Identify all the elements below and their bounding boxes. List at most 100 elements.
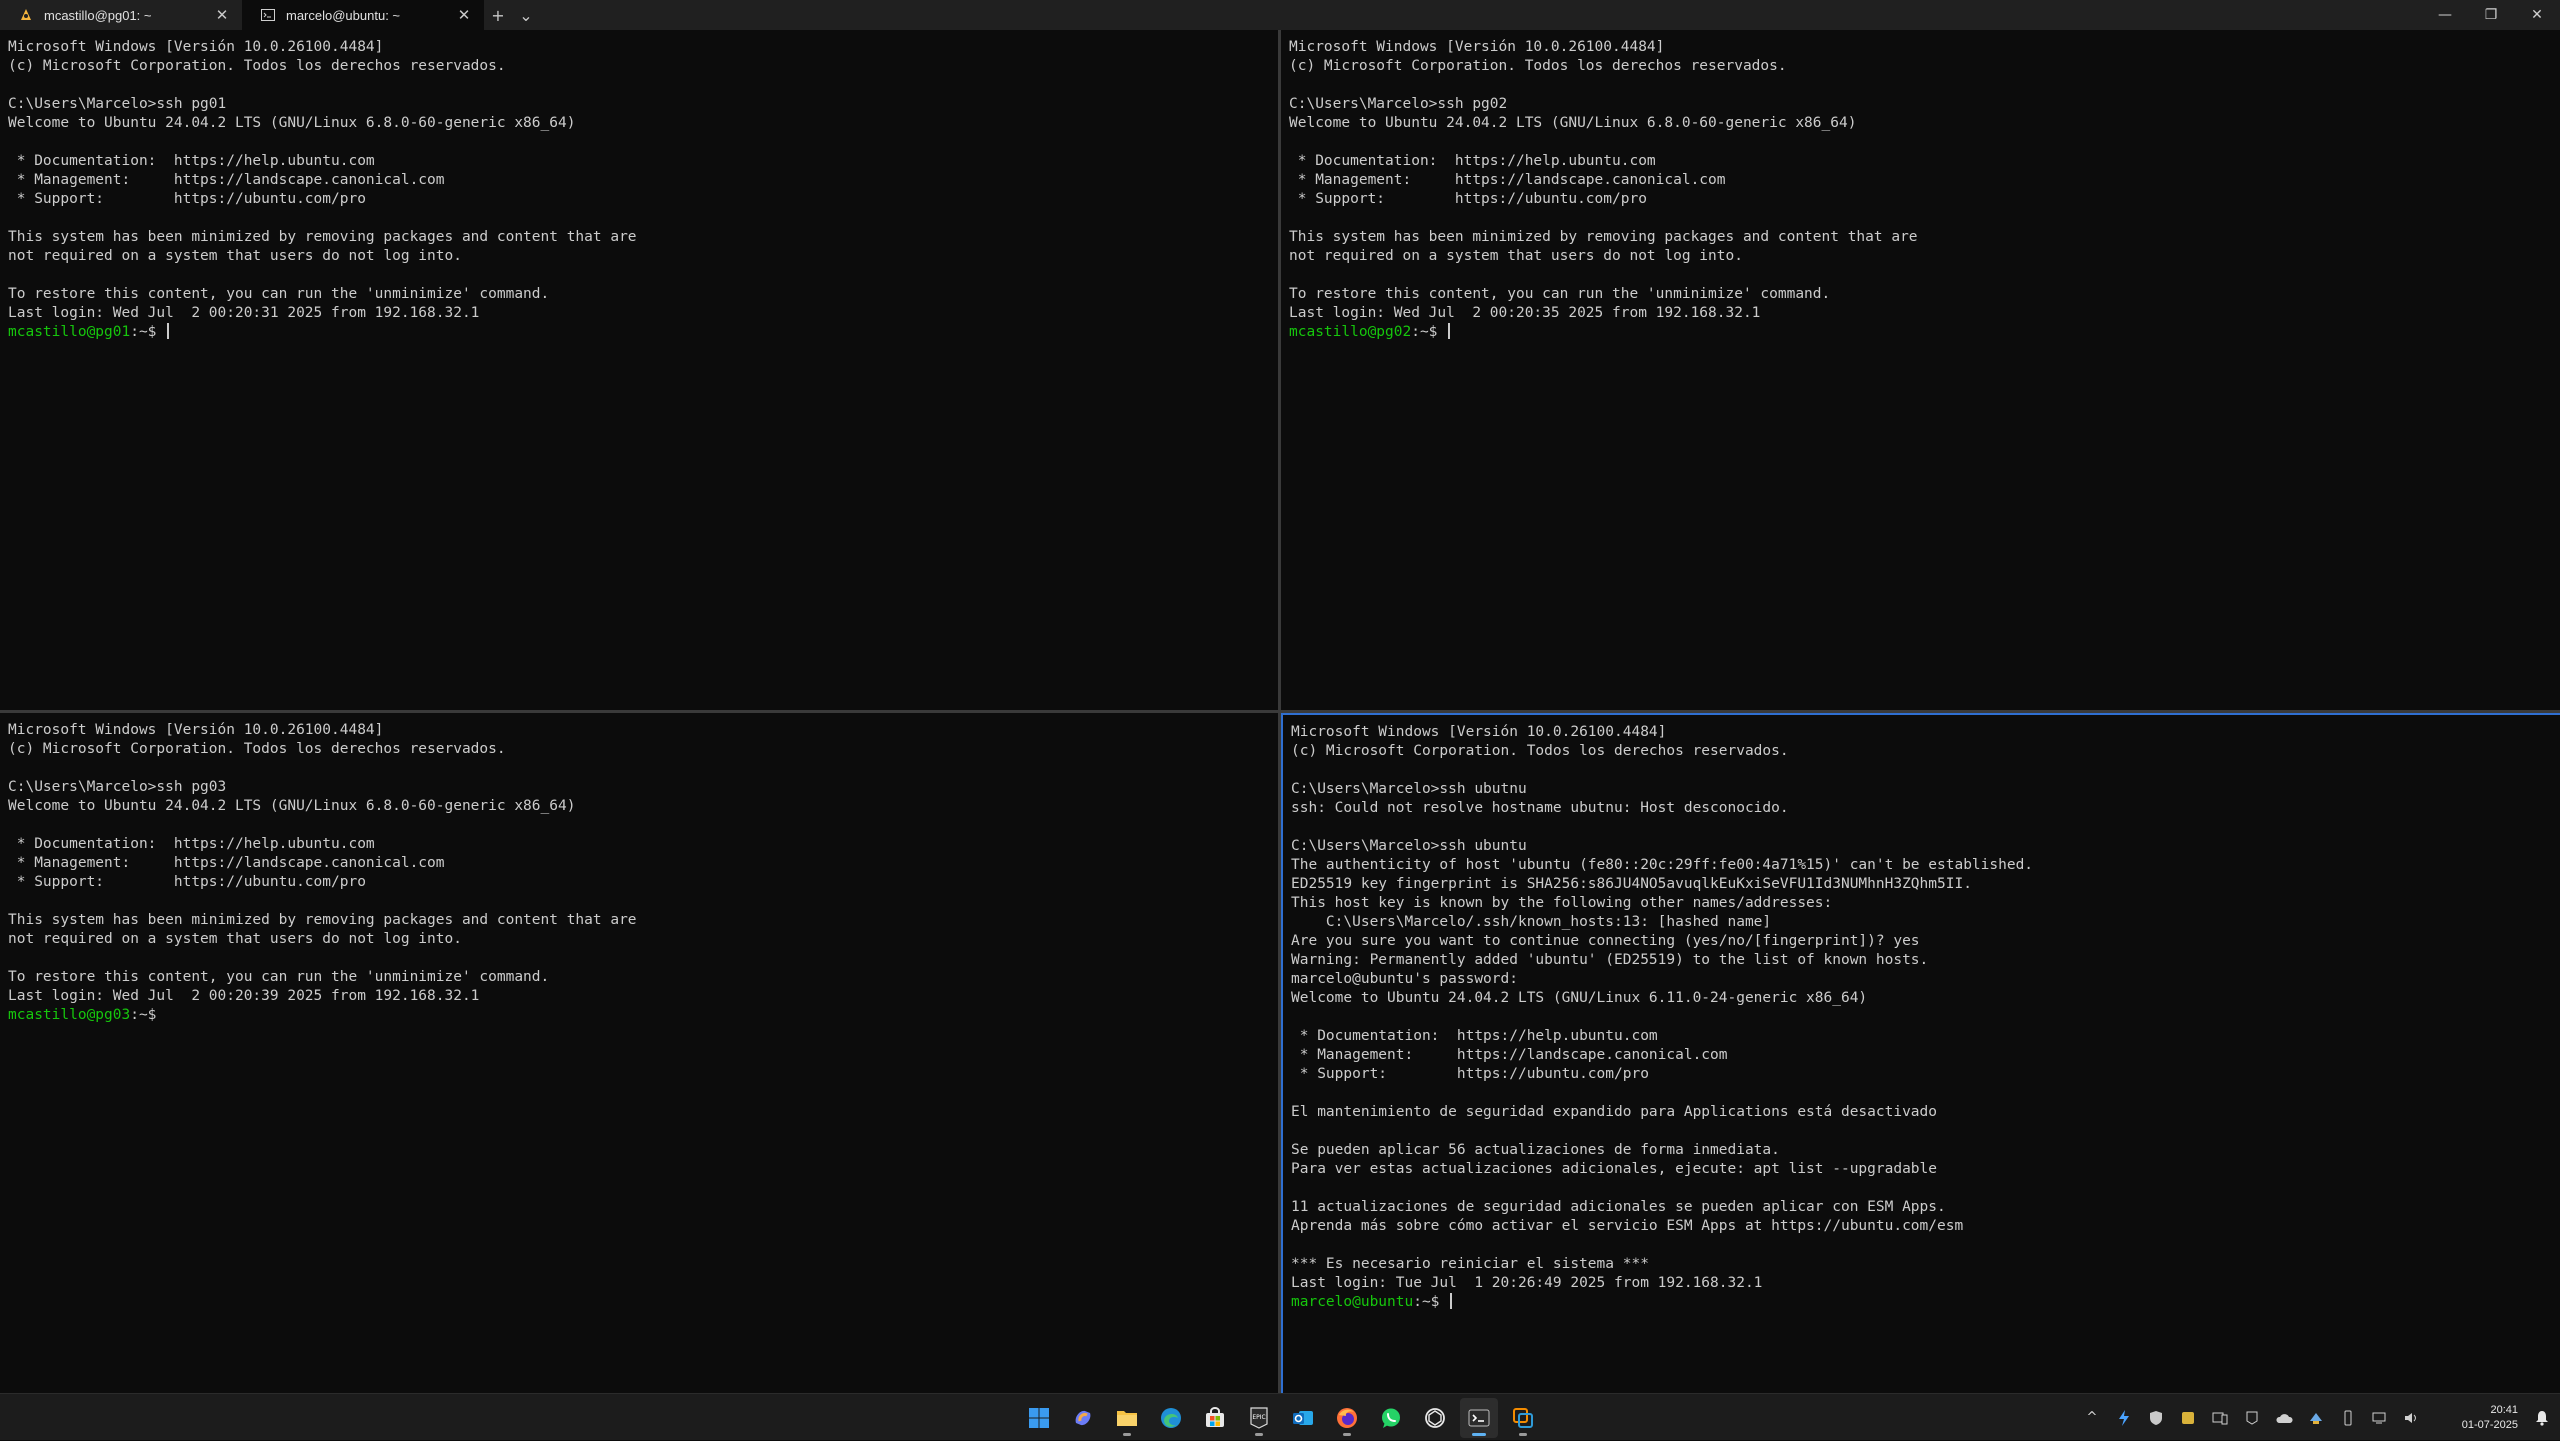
terminal-pane-bottom-left[interactable]: Microsoft Windows [Versión 10.0.26100.44…: [0, 713, 1278, 1393]
firefox-button[interactable]: [1328, 1398, 1366, 1438]
terminal-line: C:\Users\Marcelo>ssh pg03: [8, 779, 227, 795]
vmware-icon: [1513, 1407, 1533, 1428]
onedrive-icon[interactable]: [2268, 1398, 2300, 1438]
terminal-line: (c) Microsoft Corporation. Todos los der…: [8, 741, 506, 757]
prompt-path: :~$: [1413, 1294, 1449, 1310]
terminal-line: not required on a system that users do n…: [1289, 248, 1743, 264]
terminal-line: * Documentation: https://help.ubuntu.com: [8, 836, 375, 852]
terminal-line: * Documentation: https://help.ubuntu.com: [1291, 1028, 1658, 1044]
terminal-output: Microsoft Windows [Versión 10.0.26100.44…: [1289, 38, 2560, 342]
network-icon[interactable]: [2364, 1398, 2396, 1438]
terminal-line: * Documentation: https://help.ubuntu.com: [1289, 153, 1656, 169]
terminal-line: Microsoft Windows [Versión 10.0.26100.44…: [8, 39, 384, 55]
close-window-button[interactable]: ✕: [2514, 0, 2560, 30]
prompt-user: mcastillo@pg02: [1289, 324, 1412, 340]
clock-date: 01-07-2025: [2461, 1418, 2518, 1431]
file-explorer-button[interactable]: [1108, 1398, 1146, 1438]
prompt-path: :~$: [130, 1007, 157, 1023]
chatgpt-button[interactable]: [1416, 1398, 1454, 1438]
whatsapp-icon: [1382, 1408, 1400, 1428]
terminal-line: This host key is known by the following …: [1291, 895, 1833, 911]
usb-device-icon[interactable]: [2332, 1398, 2364, 1438]
clock[interactable]: 20:41 01-07-2025: [2428, 1403, 2524, 1433]
tab-pg01[interactable]: mcastillo@pg01: ~ ✕: [0, 0, 242, 30]
terminal-line: marcelo@ubuntu's password:: [1291, 971, 1518, 987]
prompt-user: mcastillo@pg03: [8, 1007, 131, 1023]
outlook-button[interactable]: [1284, 1398, 1322, 1438]
running-indicator: [1519, 1432, 1527, 1436]
ubuntu-tux-icon: [18, 7, 34, 23]
terminal-line: not required on a system that users do n…: [8, 248, 462, 264]
new-tab-button[interactable]: +: [484, 0, 512, 30]
terminal-line: (c) Microsoft Corporation. Todos los der…: [8, 58, 506, 74]
whatsapp-button[interactable]: [1372, 1398, 1410, 1438]
terminal-taskbar-button[interactable]: [1460, 1397, 1498, 1438]
tray-overflow-chevron-icon[interactable]: ^: [2076, 1398, 2108, 1438]
edge-button[interactable]: [1152, 1398, 1190, 1438]
terminal-line: This system has been minimized by removi…: [1289, 229, 1918, 245]
restore-button[interactable]: ❐: [2468, 0, 2514, 30]
terminal-line: This system has been minimized by removi…: [8, 912, 637, 928]
clock-time: 20:41: [2490, 1403, 2518, 1416]
terminal-line: To restore this content, you can run the…: [1289, 286, 1831, 302]
close-tab-icon[interactable]: ✕: [454, 6, 474, 24]
terminal-line: Welcome to Ubuntu 24.04.2 LTS (GNU/Linux…: [8, 115, 576, 131]
text-cursor: [167, 323, 170, 339]
terminal-line: Microsoft Windows [Versión 10.0.26100.44…: [8, 722, 384, 738]
epic-tray-icon[interactable]: [2236, 1398, 2268, 1438]
terminal-line: * Management: https://landscape.canonica…: [1289, 172, 1726, 188]
terminal-line: * Support: https://ubuntu.com/pro: [1291, 1066, 1649, 1082]
notification-bell-icon[interactable]: [2524, 1398, 2560, 1438]
bolt-icon[interactable]: [2108, 1398, 2140, 1438]
bluetooth-cloud-icon[interactable]: [2300, 1398, 2332, 1438]
close-tab-icon[interactable]: ✕: [212, 6, 232, 24]
terminal-line: Are you sure you want to continue connec…: [1291, 933, 1920, 949]
terminal-output: Microsoft Windows [Versión 10.0.26100.44…: [1291, 723, 2560, 1312]
minimize-button[interactable]: —: [2422, 0, 2468, 30]
epic-games-button[interactable]: EPIC: [1240, 1398, 1278, 1438]
terminal-line: ED25519 key fingerprint is SHA256:s86JU4…: [1291, 876, 1972, 892]
terminal-line: El mantenimiento de seguridad expandido …: [1291, 1104, 1938, 1120]
text-cursor: [1448, 323, 1451, 339]
file-explorer-icon: [1117, 1410, 1137, 1426]
terminal-line: This system has been minimized by removi…: [8, 229, 637, 245]
running-indicator: [1472, 1432, 1486, 1436]
store-button[interactable]: [1196, 1398, 1234, 1438]
tab-ubuntu[interactable]: marcelo@ubuntu: ~ ✕: [242, 0, 484, 30]
terminal-line: Last login: Tue Jul 1 20:26:49 2025 from…: [1291, 1275, 1763, 1291]
phone-link-icon[interactable]: [2204, 1398, 2236, 1438]
terminal-line: * Management: https://landscape.canonica…: [8, 855, 445, 871]
shield-icon[interactable]: [2140, 1398, 2172, 1438]
terminal-line: * Management: https://landscape.canonica…: [8, 172, 445, 188]
prompt-path: :~$: [130, 324, 166, 340]
terminal-pane-bottom-right[interactable]: Microsoft Windows [Versión 10.0.26100.44…: [1281, 713, 2560, 1393]
volume-icon[interactable]: [2396, 1398, 2428, 1438]
running-indicator: [1343, 1432, 1351, 1436]
terminal-pane-top-right[interactable]: Microsoft Windows [Versión 10.0.26100.44…: [1281, 30, 2560, 710]
terminal-line: C:\Users\Marcelo/.ssh/known_hosts:13: [h…: [1291, 914, 1772, 930]
copilot-button[interactable]: [1064, 1398, 1102, 1438]
terminal-line: Microsoft Windows [Versión 10.0.26100.44…: [1291, 724, 1667, 740]
horizontal-pane-divider-left[interactable]: [0, 710, 1278, 713]
terminal-line: * Support: https://ubuntu.com/pro: [8, 874, 366, 890]
terminal-line: (c) Microsoft Corporation. Todos los der…: [1289, 58, 1787, 74]
terminal-icon: [1468, 1409, 1490, 1426]
terminal-line: * Support: https://ubuntu.com/pro: [1289, 191, 1647, 207]
terminal-line: Welcome to Ubuntu 24.04.2 LTS (GNU/Linux…: [8, 798, 576, 814]
taskbar: EPIC ^ 20:41 01-07-2025: [0, 1393, 2560, 1440]
taskbar-apps: EPIC: [1020, 1394, 1542, 1441]
tab-dropdown-button[interactable]: ⌄: [512, 0, 540, 30]
app-tray-icon[interactable]: [2172, 1398, 2204, 1438]
terminal-line: * Documentation: https://help.ubuntu.com: [8, 153, 375, 169]
terminal-line: Welcome to Ubuntu 24.04.2 LTS (GNU/Linux…: [1289, 115, 1857, 131]
terminal-line: ssh: Could not resolve hostname ubutnu: …: [1291, 800, 1789, 816]
vmware-button[interactable]: [1504, 1398, 1542, 1438]
firefox-icon: [1337, 1407, 1357, 1428]
horizontal-pane-divider-right[interactable]: [1281, 710, 2560, 713]
terminal-line: Warning: Permanently added 'ubuntu' (ED2…: [1291, 952, 1929, 968]
terminal-pane-top-left[interactable]: Microsoft Windows [Versión 10.0.26100.44…: [0, 30, 1278, 710]
terminal-line: C:\Users\Marcelo>ssh pg02: [1289, 96, 1508, 112]
terminal-output: Microsoft Windows [Versión 10.0.26100.44…: [8, 38, 1278, 342]
tab-bar: mcastillo@pg01: ~ ✕ marcelo@ubuntu: ~ ✕ …: [0, 0, 2560, 30]
start-button[interactable]: [1020, 1398, 1058, 1438]
